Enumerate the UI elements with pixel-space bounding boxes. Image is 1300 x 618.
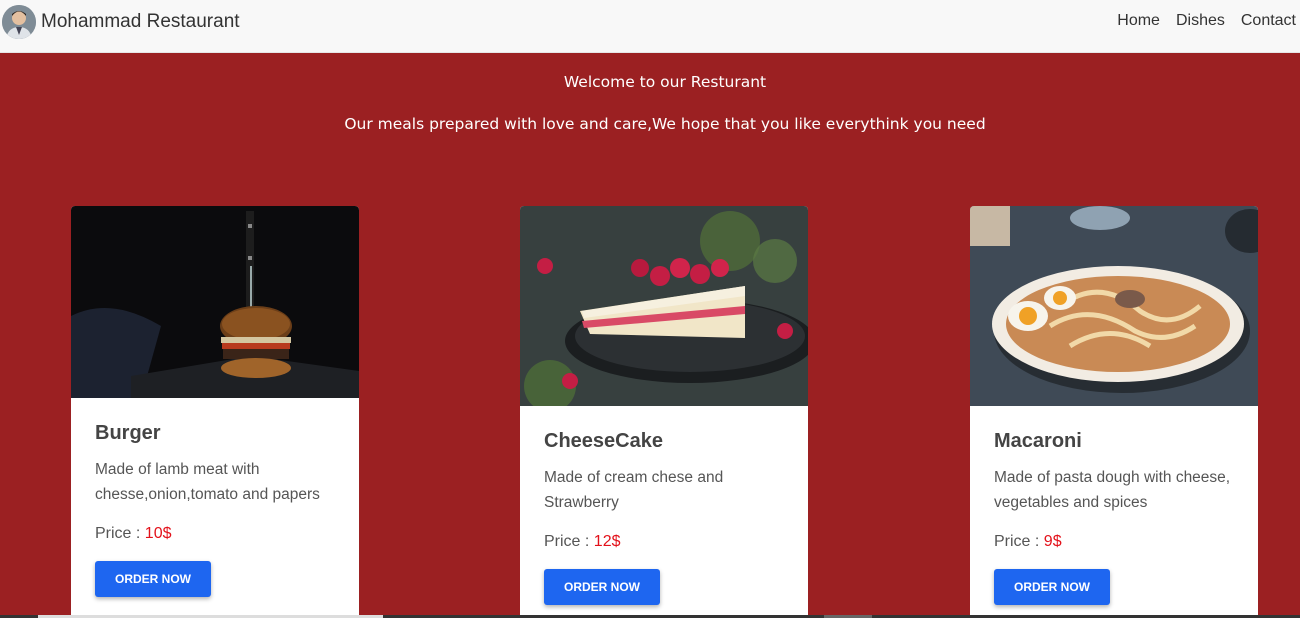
nav-home-link[interactable]: Home bbox=[1117, 12, 1160, 30]
dish-price: Price : 9$ bbox=[994, 533, 1238, 551]
noodle-bowl-photo bbox=[970, 206, 1258, 406]
price-label: Price : bbox=[994, 533, 1040, 550]
card-body: Burger Made of lamb meat with chesse,oni… bbox=[95, 422, 339, 597]
dish-card-macaroni: Macaroni Made of pasta dough with cheese… bbox=[970, 206, 1258, 618]
brand-name: Mohammad Restaurant bbox=[41, 11, 240, 32]
dish-card-cheesecake: CheeseCake Made of cream chese and Straw… bbox=[520, 206, 808, 618]
price-value: 10$ bbox=[144, 525, 172, 542]
dish-price: Price : 10$ bbox=[95, 525, 339, 543]
price-value: 9$ bbox=[1043, 533, 1062, 550]
dish-description: Made of lamb meat with chesse,onion,toma… bbox=[95, 461, 320, 503]
avatar bbox=[2, 5, 36, 39]
price-value: 12$ bbox=[593, 533, 621, 550]
price-label: Price : bbox=[95, 525, 141, 542]
card-body: CheeseCake Made of cream chese and Straw… bbox=[544, 430, 788, 605]
order-now-button[interactable]: ORDER NOW bbox=[994, 569, 1110, 605]
dish-title: Burger bbox=[95, 422, 161, 444]
card-body: Macaroni Made of pasta dough with cheese… bbox=[994, 430, 1238, 605]
dish-card-burger: Burger Made of lamb meat with chesse,oni… bbox=[71, 206, 359, 618]
nav-contact-link[interactable]: Contact bbox=[1241, 12, 1296, 30]
hero-title: Welcome to our Resturant bbox=[563, 73, 767, 91]
dish-description: Made of pasta dough with cheese, vegetab… bbox=[994, 469, 1231, 511]
price-label: Price : bbox=[544, 533, 590, 550]
dish-price: Price : 12$ bbox=[544, 533, 788, 551]
hero-subtitle: Our meals prepared with love and care,We… bbox=[344, 115, 986, 133]
nav-dishes-link[interactable]: Dishes bbox=[1176, 12, 1225, 30]
dish-title: Macaroni bbox=[994, 430, 1082, 452]
nav-links: Home Dishes Contact bbox=[1101, 12, 1296, 30]
order-now-button[interactable]: ORDER NOW bbox=[544, 569, 660, 605]
dish-title: CheeseCake bbox=[544, 430, 663, 452]
brand-link[interactable]: Mohammad Restaurant bbox=[2, 4, 240, 40]
order-now-button[interactable]: ORDER NOW bbox=[95, 561, 211, 597]
cheesecake-photo bbox=[520, 206, 808, 406]
dish-description: Made of cream chese and Strawberry bbox=[544, 469, 724, 511]
burger-photo bbox=[71, 206, 359, 398]
navbar: Mohammad Restaurant Home Dishes Contact bbox=[0, 0, 1300, 53]
